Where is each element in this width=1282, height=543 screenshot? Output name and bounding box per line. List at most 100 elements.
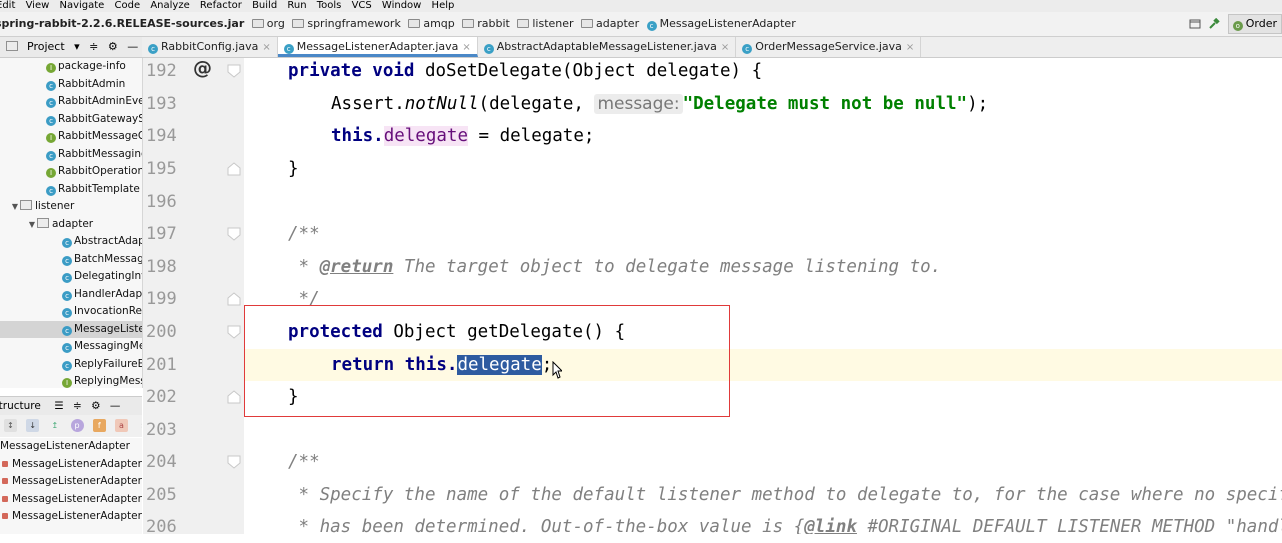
tree-item[interactable]: IRabbitMessageOperations	[0, 128, 142, 145]
code-line-195[interactable]: }	[244, 153, 1282, 185]
breadcrumb-package[interactable]: springframework	[292, 12, 401, 36]
package-icon	[20, 200, 32, 210]
run-config-selector[interactable]: o Order	[1227, 14, 1282, 34]
tree-folder-listener[interactable]: ▼ listener	[0, 198, 142, 215]
menu-tools[interactable]: Tools	[317, 0, 342, 12]
build-hammer-icon[interactable]	[1208, 18, 1220, 30]
tree-folder-adapter[interactable]: ▼ adapter	[0, 216, 142, 233]
structure-root[interactable]: MessageListenerAdapter	[0, 438, 142, 456]
minimize-icon[interactable]: —	[110, 400, 121, 412]
tree-item[interactable]: IReplyingMessageListener	[0, 373, 142, 388]
structure-item[interactable]: MessageListenerAdapter(Object, MessageCo…	[0, 491, 142, 509]
project-panel-title[interactable]: Project	[27, 37, 65, 57]
minimize-icon[interactable]: —	[127, 37, 138, 57]
code-line-198[interactable]: * @return The target object to delegate …	[244, 251, 1282, 283]
show-inherited-icon[interactable]: ↥	[48, 419, 61, 432]
override-marker-icon[interactable]: @	[193, 57, 212, 79]
fold-icon[interactable]	[227, 292, 241, 306]
class-icon: c	[483, 44, 494, 54]
layout-icon[interactable]	[1189, 18, 1201, 30]
breadcrumb-package[interactable]: org	[251, 12, 285, 36]
tree-item[interactable]: cRabbitMessagingTemplate	[0, 146, 142, 163]
code-line-197[interactable]: /**	[244, 218, 1282, 250]
fold-icon[interactable]	[227, 162, 241, 176]
sort-visibility-icon[interactable]: ↕	[4, 419, 17, 432]
tree-item[interactable]: cHandlerAdapter	[0, 286, 142, 303]
tree-item[interactable]: cReplyFailureException	[0, 356, 142, 373]
tree-item[interactable]: cAbstractAdaptableMessageListener	[0, 233, 142, 250]
code-line-205[interactable]: * Specify the name of the default listen…	[244, 479, 1282, 511]
structure-panel-title[interactable]: Structure	[0, 397, 41, 415]
code-line-194[interactable]: this.delegate = delegate;	[244, 120, 1282, 152]
line-number: 194	[146, 126, 177, 146]
breadcrumb-class[interactable]: c MessageListenerAdapter	[646, 12, 796, 36]
chevron-down-icon[interactable]: ▼	[27, 216, 37, 233]
menu-analyze[interactable]: Analyze	[150, 0, 189, 12]
tab-abstract-adaptable-message-listener[interactable]: c AbstractAdaptableMessageListener.java ×	[478, 37, 737, 57]
tree-item[interactable]: cInvocationResult	[0, 303, 142, 320]
collapse-all-icon[interactable]: ≑	[73, 400, 82, 412]
tree-item[interactable]: cBatchMessagingMessageListenerAdapter	[0, 251, 142, 268]
code-line-196[interactable]	[244, 186, 1282, 218]
chevron-down-icon[interactable]: ▼	[10, 198, 20, 215]
gear-icon[interactable]: ⚙	[91, 400, 100, 412]
close-icon[interactable]: ×	[906, 42, 914, 53]
menu-window[interactable]: Window	[382, 0, 421, 12]
breadcrumb-package[interactable]: rabbit	[462, 12, 510, 36]
fold-icon[interactable]	[227, 325, 241, 339]
code-line-192[interactable]: private void doSetDelegate(Object delega…	[244, 58, 1282, 87]
interface-icon: I	[46, 133, 56, 143]
tree-item[interactable]: cRabbitAdminEvent	[0, 93, 142, 110]
fold-icon[interactable]	[227, 455, 241, 469]
menu-help[interactable]: Help	[432, 0, 455, 12]
menu-run[interactable]: Run	[287, 0, 306, 12]
show-properties-icon[interactable]: p	[70, 419, 84, 432]
breadcrumb-jar[interactable]: spring-rabbit-2.2.6.RELEASE-sources.jar	[0, 12, 244, 36]
fold-icon[interactable]	[227, 227, 241, 241]
tree-item[interactable]: c RabbitAdmin	[0, 76, 142, 93]
code-line-206[interactable]: * has been determined. Out-of-the-box va…	[244, 511, 1282, 534]
code-editor[interactable]: private void doSetDelegate(Object delega…	[244, 58, 1282, 534]
fold-icon[interactable]	[227, 390, 241, 404]
breadcrumb-package[interactable]: amqp	[408, 12, 455, 36]
menu-navigate[interactable]: Navigate	[59, 0, 104, 12]
collapse-all-icon[interactable]: ≑	[89, 37, 98, 57]
menu-vcs[interactable]: VCS	[352, 0, 372, 12]
sort-alpha-icon[interactable]: ↓	[26, 419, 40, 432]
tree-item[interactable]: Ipackage-info	[0, 58, 142, 75]
structure-item[interactable]: MessageListenerAdapter()	[0, 456, 142, 474]
tree-item-selected[interactable]: cMessageListenerAdapter	[0, 320, 142, 338]
code-line-203[interactable]	[244, 414, 1282, 446]
fold-icon[interactable]	[227, 64, 241, 78]
show-non-public-icon[interactable]: a	[114, 419, 128, 432]
tab-order-message-service[interactable]: c OrderMessageService.java ×	[736, 37, 922, 57]
tab-message-listener-adapter[interactable]: c MessageListenerAdapter.java ×	[277, 37, 478, 57]
menu-refactor[interactable]: Refactor	[200, 0, 242, 12]
breadcrumb-package[interactable]: adapter	[581, 12, 639, 36]
sort-icon[interactable]: ☰	[54, 400, 63, 412]
tree-item[interactable]: I RabbitOperations	[0, 163, 142, 180]
tree-item[interactable]: c RabbitTemplate	[0, 181, 142, 198]
dropdown-icon[interactable]: ▾	[74, 37, 80, 57]
show-fields-icon[interactable]: f	[92, 419, 106, 432]
more-icon[interactable]: »	[137, 419, 142, 432]
gear-icon[interactable]: ⚙	[108, 37, 118, 57]
close-icon[interactable]: ×	[721, 42, 729, 53]
close-icon[interactable]: ×	[462, 42, 470, 53]
menu-view[interactable]: View	[26, 0, 50, 12]
structure-item[interactable]: MessageListenerAdapter(Object, String)	[0, 508, 142, 526]
toolbar-right: o Order	[1189, 12, 1282, 36]
menu-code[interactable]: Code	[115, 0, 141, 12]
menu-edit[interactable]: Edit	[0, 0, 15, 12]
folder-icon	[292, 19, 305, 28]
tree-item[interactable]: cMessagingMessageListenerAdapter	[0, 338, 142, 355]
structure-item[interactable]: MessageListenerAdapter(Object)	[0, 473, 142, 491]
tree-item[interactable]: cRabbitGatewaySupport	[0, 111, 142, 128]
code-line-204[interactable]: /**	[244, 446, 1282, 478]
breadcrumb-package[interactable]: listener	[517, 12, 574, 36]
structure-toolbar: ↕ ↓ ↥ p f a »	[0, 415, 142, 437]
menu-build[interactable]: Build	[252, 0, 277, 12]
tree-item[interactable]: cDelegatingInvocableHandler	[0, 268, 142, 285]
code-line-193[interactable]: Assert.notNull(delegate, message: "Delega…	[244, 88, 1282, 120]
close-icon[interactable]: ×	[262, 42, 270, 53]
